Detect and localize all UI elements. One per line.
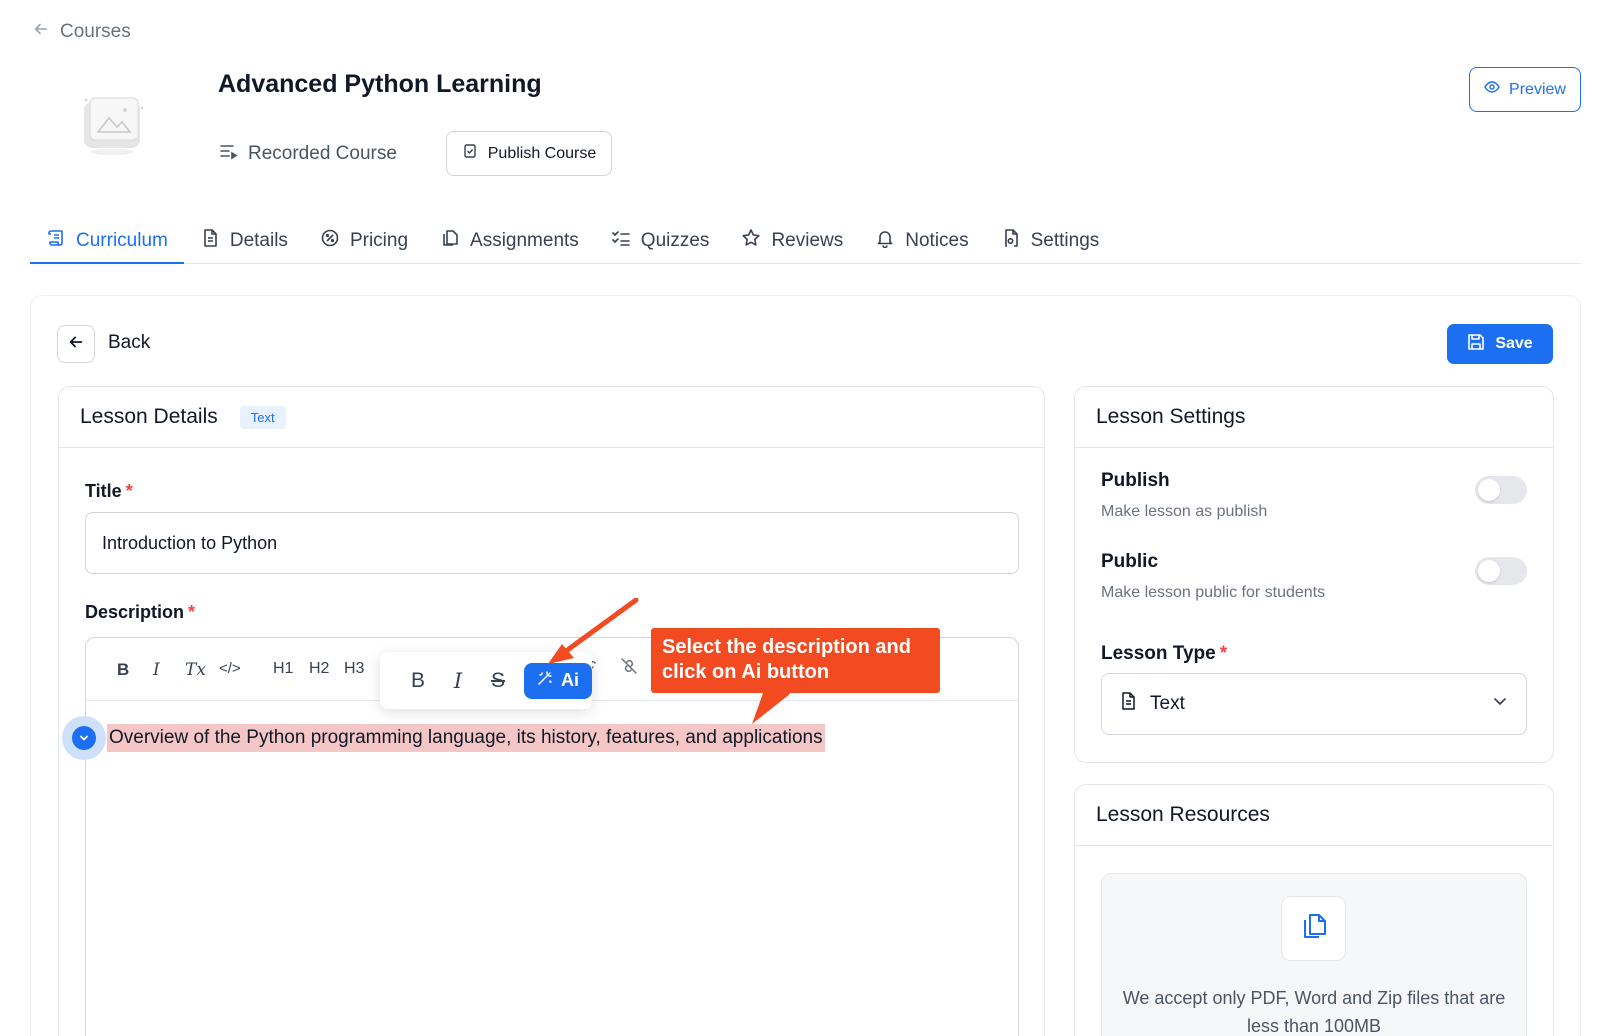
bubble-strike-button[interactable]: S (478, 669, 518, 693)
back-button[interactable] (57, 325, 95, 363)
arrow-left-icon (32, 20, 50, 44)
tab-label: Details (229, 230, 288, 251)
lesson-type-badge: Text (239, 405, 286, 429)
required-asterisk: * (188, 602, 196, 622)
document-icon (1118, 691, 1138, 717)
lesson-type-select[interactable]: Text (1101, 673, 1527, 735)
lesson-resources-heading: Lesson Resources (1096, 803, 1270, 826)
upload-files-button[interactable] (1281, 896, 1346, 961)
lesson-settings-heading: Lesson Settings (1096, 405, 1246, 428)
floppy-disk-icon (1467, 333, 1485, 356)
lesson-resources-header: Lesson Resources (1075, 785, 1553, 846)
save-button[interactable]: Save (1447, 324, 1553, 364)
tab-label: Quizzes (640, 230, 710, 251)
chevron-down-icon (1490, 691, 1510, 717)
tab-notices[interactable]: Notices (859, 219, 984, 263)
preview-button[interactable]: Preview (1469, 67, 1581, 112)
copy-documents-icon (1299, 911, 1329, 946)
title-field-label: Title * (85, 481, 133, 502)
tab-label: Reviews (771, 230, 844, 251)
star-icon (741, 228, 761, 254)
discount-badge-icon (320, 228, 340, 254)
tab-curriculum[interactable]: Curriculum (30, 219, 184, 264)
tab-reviews[interactable]: Reviews (725, 219, 859, 263)
description-label-text: Description (85, 602, 185, 622)
lesson-details-header: Lesson Details Text (59, 387, 1044, 448)
toolbar-h2-button[interactable]: H2 (309, 660, 329, 678)
list-play-icon (218, 141, 238, 167)
publish-setting-title: Publish (1101, 470, 1170, 491)
publish-course-label: Publish Course (487, 144, 597, 162)
lesson-type-label-text: Lesson Type (1101, 643, 1216, 664)
description-field-label: Description * (85, 602, 195, 623)
checklist-icon (611, 228, 631, 254)
title-input[interactable]: Introduction to Python (85, 512, 1019, 574)
public-setting-subtitle: Make lesson public for students (1101, 584, 1326, 601)
course-type-label: Recorded Course (218, 141, 397, 167)
title-label-text: Title (85, 481, 122, 501)
document-icon (200, 228, 220, 254)
arrow-left-icon (67, 333, 85, 356)
tab-settings[interactable]: Settings (985, 219, 1116, 263)
tab-label: Settings (1030, 230, 1100, 251)
course-thumbnail (76, 88, 148, 160)
toolbar-h1-button[interactable]: H1 (273, 660, 293, 678)
toolbar-italic-button[interactable]: I (153, 660, 160, 680)
lesson-type-value: Text (1150, 693, 1185, 714)
bell-icon (875, 228, 895, 254)
required-asterisk: * (125, 481, 133, 501)
breadcrumb[interactable]: Courses (32, 20, 131, 44)
eye-icon (1484, 79, 1500, 100)
toolbar-h3-button[interactable]: H3 (344, 660, 364, 678)
chevron-down-icon (72, 726, 96, 750)
publish-course-button[interactable]: Publish Course (446, 131, 612, 176)
tab-details[interactable]: Details (184, 219, 304, 263)
lesson-settings-header: Lesson Settings (1075, 387, 1553, 448)
block-handle[interactable] (62, 716, 106, 760)
clipboard-check-icon (462, 143, 478, 164)
toolbar-code-button[interactable]: </> (219, 660, 241, 677)
lesson-details-heading: Lesson Details (80, 405, 218, 428)
tab-label: Assignments (470, 230, 579, 251)
toolbar-clear-format-button[interactable]: Tx (185, 660, 206, 680)
lesson-type-field-label: Lesson Type * (1101, 643, 1227, 665)
publish-setting-subtitle: Make lesson as publish (1101, 503, 1268, 520)
public-toggle[interactable] (1475, 557, 1527, 585)
instruction-callout: Select the description and click on Ai b… (651, 628, 940, 693)
preview-label: Preview (1509, 80, 1566, 98)
copy-documents-icon (440, 228, 460, 254)
tab-quizzes[interactable]: Quizzes (595, 219, 726, 263)
tab-label: Pricing (349, 230, 409, 251)
file-gear-icon (1001, 228, 1021, 254)
toggle-knob (1478, 560, 1500, 582)
publish-toggle[interactable] (1475, 476, 1527, 504)
course-tabs: Curriculum Details Pricing Assignments Q… (30, 219, 1581, 264)
description-selected-text[interactable]: Overview of the Python programming langu… (107, 724, 825, 752)
back-label[interactable]: Back (108, 332, 150, 354)
course-title: Advanced Python Learning (218, 70, 542, 98)
course-type-text: Recorded Course (248, 143, 397, 164)
required-asterisk: * (1219, 643, 1228, 664)
public-setting-title: Public (1101, 551, 1159, 572)
breadcrumb-courses-link[interactable]: Courses (60, 21, 131, 43)
tab-assignments[interactable]: Assignments (424, 219, 595, 263)
bubble-bold-button[interactable]: B (398, 669, 438, 693)
toggle-knob (1478, 479, 1500, 501)
tab-label: Notices (905, 230, 969, 251)
tab-label: Curriculum (76, 229, 168, 251)
scroll-icon (46, 228, 66, 254)
toolbar-bold-button[interactable]: B (117, 660, 129, 680)
save-label: Save (1495, 335, 1533, 352)
tab-pricing[interactable]: Pricing (304, 219, 424, 263)
bubble-italic-button[interactable]: I (438, 669, 478, 693)
dropzone-help-text: We accept only PDF, Word and Zip files t… (1122, 988, 1506, 1036)
